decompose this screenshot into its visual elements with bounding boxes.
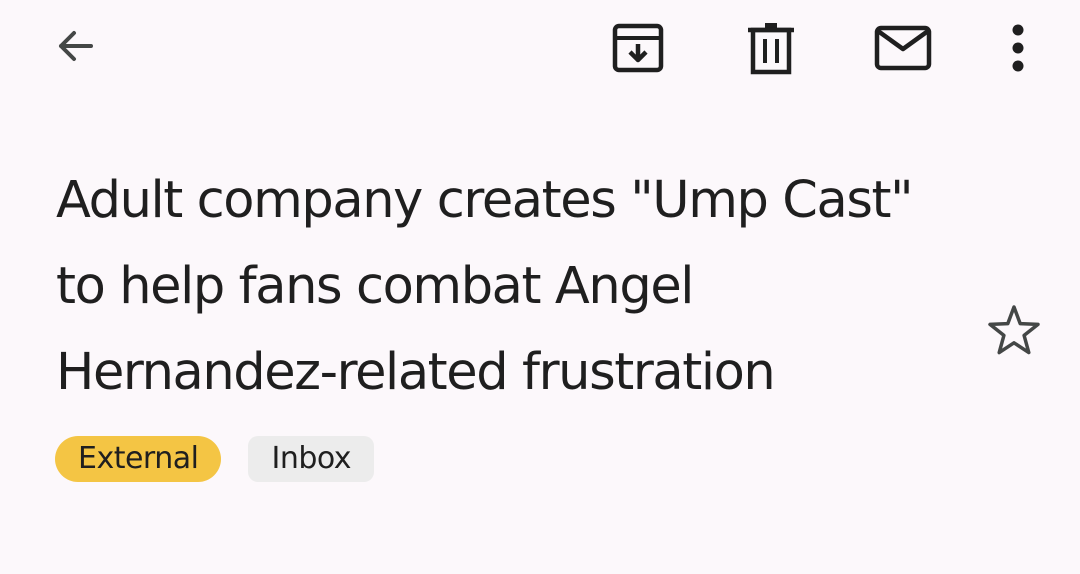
label-chips: External Inbox	[55, 436, 375, 482]
back-button[interactable]	[35, 6, 115, 86]
top-app-bar	[0, 0, 1080, 100]
label-chip-external[interactable]: External	[55, 436, 222, 482]
delete-button[interactable]	[731, 8, 811, 88]
star-button[interactable]	[978, 294, 1050, 366]
archive-icon	[612, 23, 664, 73]
mark-unread-button[interactable]	[863, 8, 943, 88]
more-vert-icon	[1012, 24, 1024, 72]
mail-icon	[874, 25, 932, 71]
more-options-button[interactable]	[978, 8, 1058, 88]
arrow-back-icon	[59, 31, 93, 61]
archive-button[interactable]	[598, 8, 678, 88]
star-outline-icon	[988, 305, 1040, 355]
label-chip-inbox[interactable]: Inbox	[248, 436, 375, 482]
email-subject: Adult company creates "Ump Cast" to help…	[56, 171, 914, 402]
trash-icon	[748, 23, 794, 75]
